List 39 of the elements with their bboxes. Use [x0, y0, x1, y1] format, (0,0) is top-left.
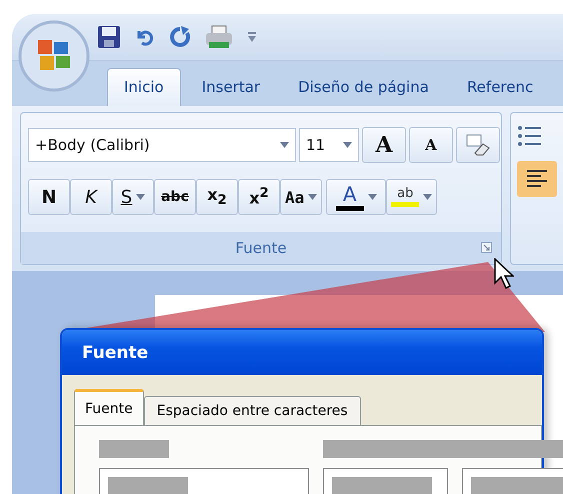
- highlight-button[interactable]: ab: [386, 179, 438, 215]
- script-button[interactable]: x$^{2}$: [238, 179, 280, 215]
- dialog-launcher-icon[interactable]: [481, 242, 492, 253]
- align-left-icon[interactable]: [517, 161, 557, 197]
- redo-icon[interactable]: [169, 26, 191, 48]
- pointer-icon: [494, 258, 514, 290]
- font-color-button[interactable]: A: [326, 179, 386, 215]
- group-label: Fuente: [235, 239, 287, 257]
- customize-arrow-icon[interactable]: [247, 31, 257, 43]
- eraser-icon: [465, 133, 491, 157]
- dialog-tab[interactable]: Fuente: [74, 389, 144, 425]
- bullets-icon[interactable]: [517, 125, 541, 147]
- printer-icon[interactable]: [205, 25, 233, 49]
- caret-icon: [280, 142, 289, 148]
- font-name-field[interactable]: +Body (Calibri): [28, 128, 296, 162]
- dialog-tab[interactable]: Espaciado entre caracteres: [144, 396, 361, 425]
- caret-icon: [136, 194, 146, 200]
- shrink-font-button[interactable]: A: [409, 127, 453, 163]
- grow-font-button[interactable]: A: [362, 127, 406, 163]
- change-case-button[interactable]: Aa: [280, 179, 322, 215]
- italic-button[interactable]: K: [70, 179, 112, 215]
- caret-icon: [343, 142, 352, 148]
- office-button-icon[interactable]: [18, 20, 90, 92]
- caret-icon: [423, 194, 432, 200]
- font-size-field[interactable]: 11: [299, 128, 359, 162]
- dialog-title: Fuente: [82, 342, 148, 363]
- bold-button[interactable]: N: [28, 179, 70, 215]
- ribbon-tab[interactable]: Diseño de página: [281, 68, 446, 106]
- strikethrough-button[interactable]: abc: [154, 179, 196, 215]
- clear-format-button[interactable]: [456, 127, 500, 163]
- blurred-label: [99, 440, 169, 458]
- script-button[interactable]: x$_{2}$: [196, 179, 238, 215]
- save-icon[interactable]: [97, 25, 121, 49]
- caret-icon: [308, 194, 318, 200]
- ribbon-tab[interactable]: Insertar: [184, 68, 278, 106]
- ribbon-tab[interactable]: Inicio: [107, 68, 181, 106]
- underline-button[interactable]: S: [112, 179, 154, 215]
- ribbon-tab[interactable]: Referenc: [450, 68, 550, 106]
- caret-icon: [368, 194, 377, 200]
